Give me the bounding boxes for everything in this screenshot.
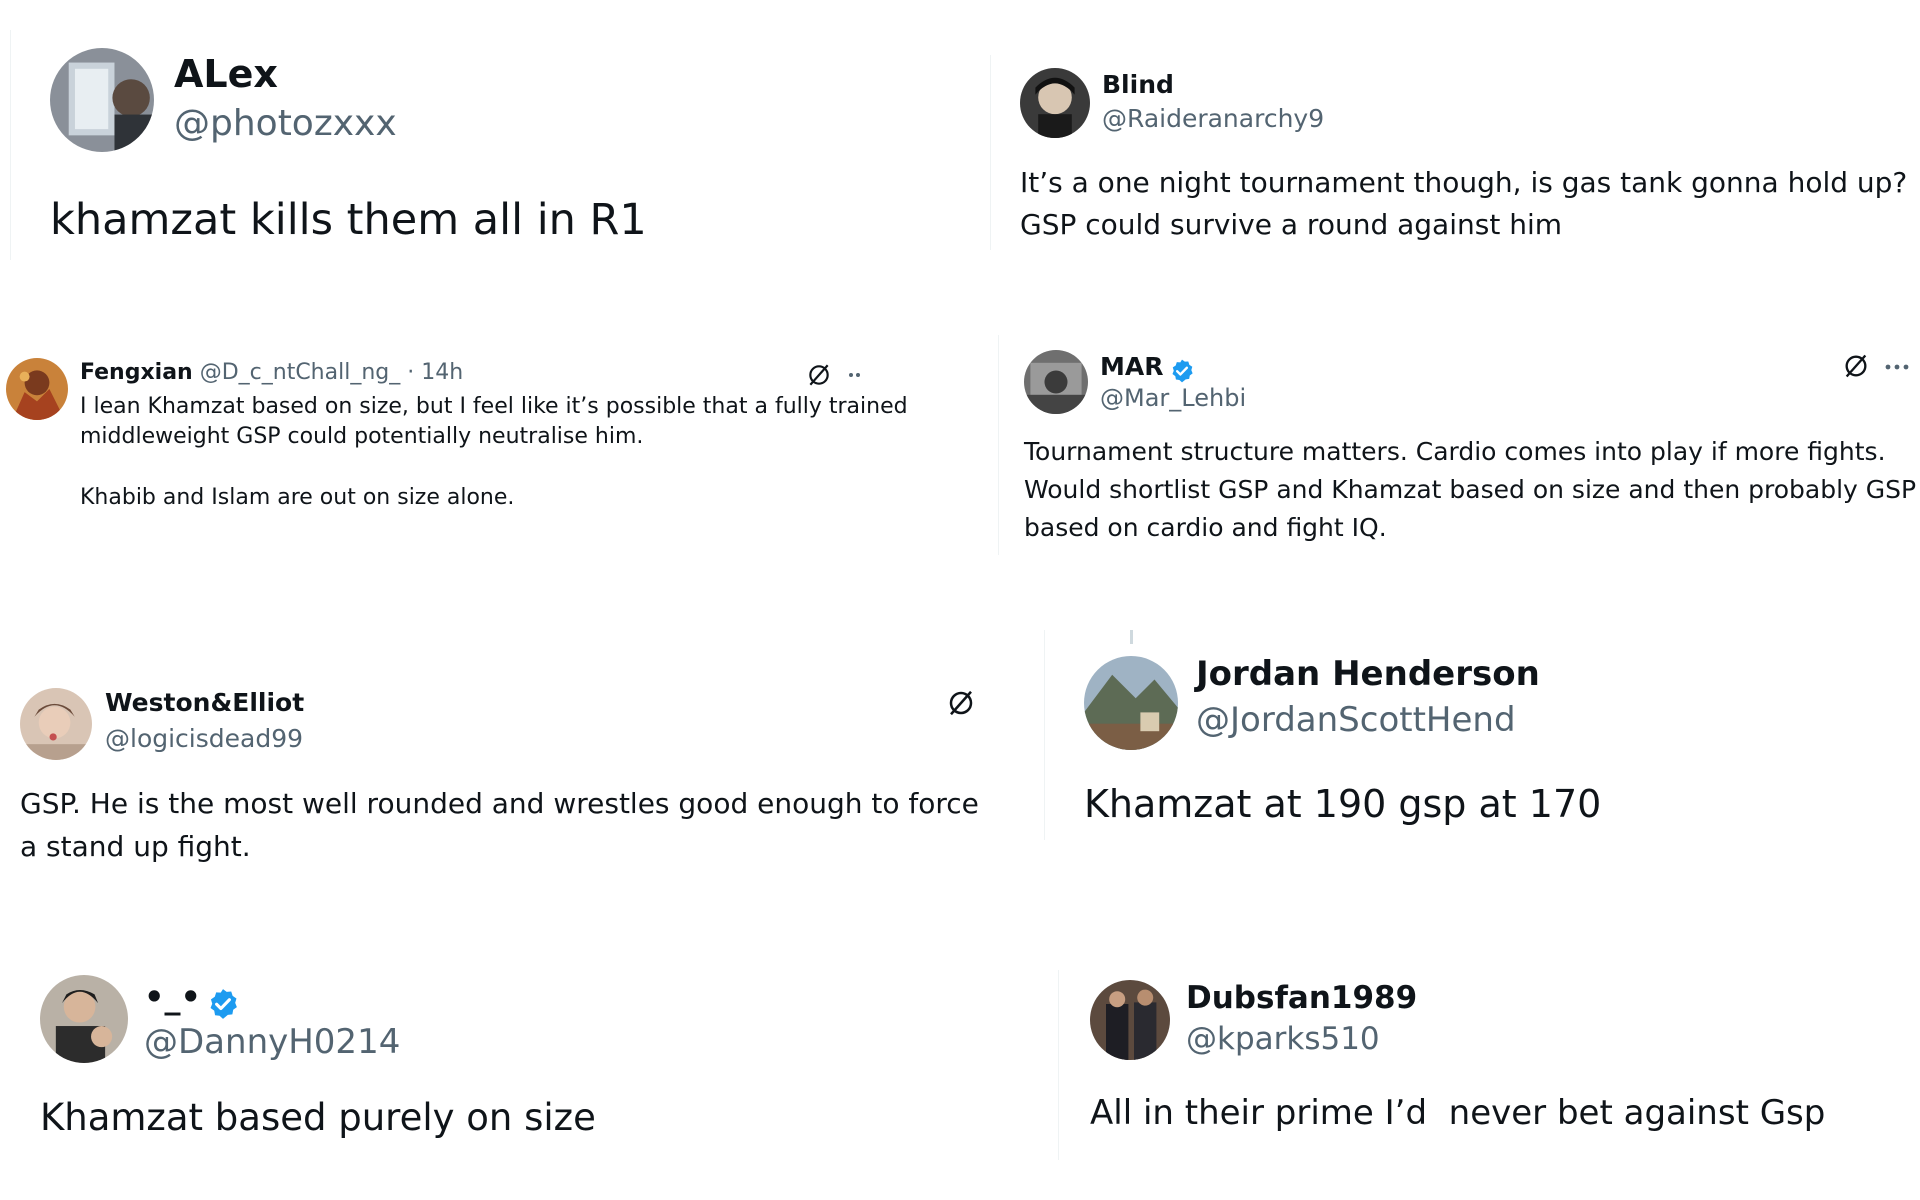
column-divider [998,335,999,555]
avatar[interactable] [20,688,92,760]
post-text-line: Khabib and Islam are out on size alone. [80,485,515,510]
user-handle[interactable]: @kparks510 [1186,1021,1380,1057]
display-name[interactable]: MAR [1100,352,1163,381]
post-text: khamzat kills them all in R1 [50,195,647,245]
display-name[interactable]: •_• [144,978,201,1016]
name-row: •_• [144,978,240,1021]
grok-icon[interactable] [806,362,832,388]
grok-icon[interactable] [1842,352,1870,380]
post-text-line: based on cardio and fight IQ. [1024,513,1387,542]
post-text-line: I lean Khamzat based on size, but I feel… [80,394,908,419]
user-handle[interactable]: @Raideranarchy9 [1102,104,1324,133]
verified-badge-icon [1169,358,1195,384]
user-handle[interactable]: @D_c_ntChall_ng_ [200,360,401,385]
avatar[interactable] [1084,656,1178,750]
post-text: GSP. He is the most well rounded and wre… [20,787,979,863]
column-divider [1058,970,1059,1160]
user-handle[interactable]: @JordanScottHend [1196,700,1516,740]
post-text: All in their prime I’d never bet against… [1090,1093,1826,1133]
display-name[interactable]: Fengxian [80,360,193,385]
avatar[interactable] [1020,68,1090,138]
post-blind[interactable]: Blind @Raideranarchy9 It’s a one night t… [1000,0,1920,270]
display-name[interactable]: Weston&Elliot [105,688,304,717]
post-weston-elliot[interactable]: Weston&Elliot @logicisdead99 GSP. He is … [0,660,1020,890]
verified-badge-icon [206,987,240,1021]
post-text: It’s a one night tournament though, is g… [1020,166,1908,241]
display-name[interactable]: Dubsfan1989 [1186,980,1417,1016]
avatar[interactable] [40,975,128,1063]
post-text: Khamzat based purely on size [40,1096,596,1139]
grok-icon[interactable] [946,688,976,718]
name-row: MAR [1100,352,1195,384]
post-text-line: Would shortlist GSP and Khamzat based on… [1024,475,1917,504]
column-divider [1044,630,1045,840]
display-name[interactable]: ALex [174,52,278,96]
display-name[interactable]: Jordan Henderson [1196,654,1540,694]
post-text-line: Tournament structure matters. Cardio com… [1024,437,1886,466]
avatar[interactable] [6,358,68,420]
post-jordan-henderson[interactable]: Jordan Henderson @JordanScottHend Khamza… [1050,620,1920,870]
user-handle[interactable]: @Mar_Lehbi [1100,384,1246,412]
avatar[interactable] [1090,980,1170,1060]
display-name[interactable]: Blind [1102,70,1174,99]
post-dannyh0214[interactable]: •_• @DannyH0214 Khamzat based purely on … [0,950,1040,1180]
post-mar[interactable]: MAR @Mar_Lehbi Tournament structure matt… [1000,340,1920,560]
post-alex[interactable]: ALex @photozxxx khamzat kills them all i… [0,0,980,270]
post-timestamp[interactable]: · 14h [407,360,463,385]
user-handle[interactable]: @DannyH0214 [144,1022,400,1062]
more-icon[interactable] [1884,362,1910,372]
post-text: Khamzat at 190 gsp at 170 [1084,782,1602,826]
user-handle[interactable]: @logicisdead99 [105,724,303,753]
avatar[interactable] [50,48,154,152]
post-text-line: middleweight GSP could potentially neutr… [80,424,644,449]
user-handle[interactable]: @photozxxx [174,103,397,144]
more-icon[interactable] [846,370,866,380]
avatar[interactable] [1024,350,1088,414]
post-header: Fengxian @D_c_ntChall_ng_ · 14h [80,360,463,385]
post-fengxian[interactable]: Fengxian @D_c_ntChall_ng_ · 14h I lean K… [0,340,980,540]
thread-line [1130,630,1133,644]
column-divider [990,55,991,250]
post-dubsfan1989[interactable]: Dubsfan1989 @kparks510 All in their prim… [1060,950,1920,1180]
